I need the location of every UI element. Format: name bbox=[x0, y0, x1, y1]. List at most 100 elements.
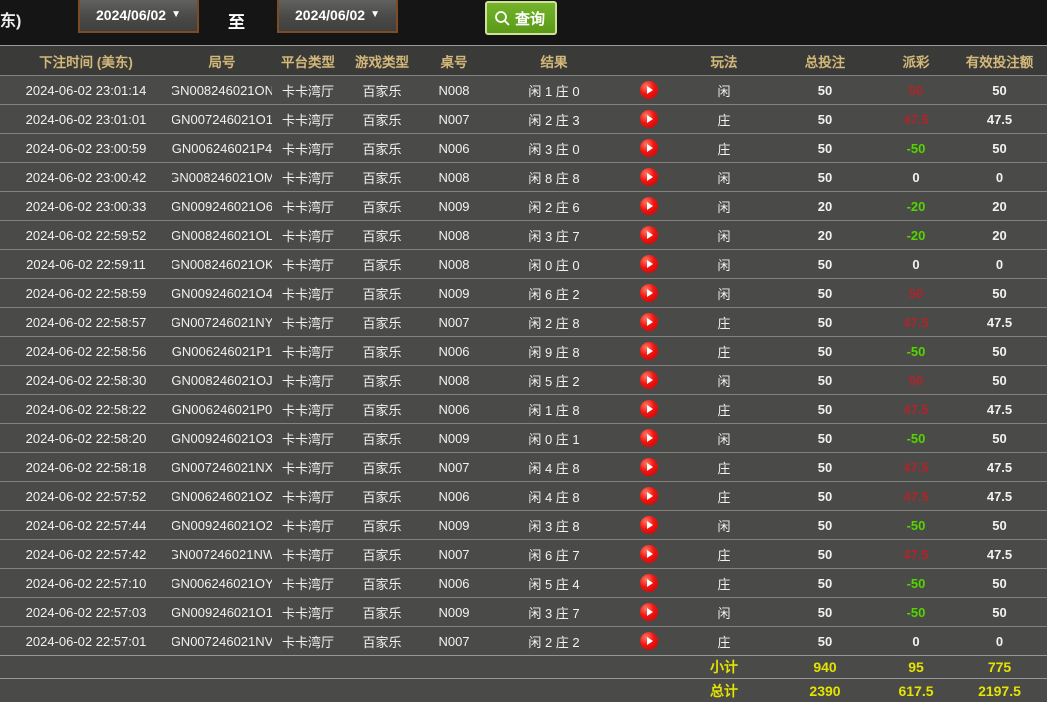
replay-button[interactable] bbox=[640, 632, 658, 650]
game-type-cell: 百家乐 bbox=[362, 228, 402, 244]
play-icon bbox=[647, 347, 653, 355]
platform-cell: 卡卡湾厅 bbox=[281, 315, 334, 331]
replay-button[interactable] bbox=[640, 139, 658, 157]
replay-button[interactable] bbox=[640, 255, 658, 273]
payout-cell: 47.5 bbox=[903, 401, 929, 417]
replay-button[interactable] bbox=[640, 429, 658, 447]
round-id-cell: GN006246021P0 bbox=[172, 401, 272, 417]
query-button[interactable]: 查询 bbox=[485, 1, 558, 35]
table-row: 2024-06-02 22:57:01 GN007246021NV 卡卡湾厅 百… bbox=[0, 626, 1047, 655]
table-row: 2024-06-02 22:57:44 GN009246021O2 卡卡湾厅 百… bbox=[0, 510, 1047, 539]
result-cell: 闲 8 庄 8 bbox=[528, 170, 580, 186]
replay-button[interactable] bbox=[640, 342, 658, 360]
platform-cell: 卡卡湾厅 bbox=[281, 170, 334, 186]
game-type-cell: 百家乐 bbox=[362, 373, 402, 389]
total-bet-cell: 50 bbox=[817, 633, 833, 649]
bet-type-cell: 庄 bbox=[717, 112, 731, 128]
table-row: 2024-06-02 22:58:18 GN007246021NX 卡卡湾厅 百… bbox=[0, 452, 1047, 481]
result-cell: 闲 2 庄 8 bbox=[528, 315, 580, 331]
round-id-cell: GN009246021O4 bbox=[172, 285, 272, 301]
bet-type-cell: 闲 bbox=[717, 83, 731, 99]
bet-time-cell: 2024-06-02 23:00:33 bbox=[25, 198, 147, 214]
bet-time-cell: 2024-06-02 22:57:52 bbox=[25, 488, 147, 504]
total-bet-cell: 50 bbox=[817, 140, 833, 156]
table-row: 2024-06-02 22:57:10 GN006246021OY 卡卡湾厅 百… bbox=[0, 568, 1047, 597]
table-no-cell: N008 bbox=[438, 372, 470, 388]
grand-total-total-bet: 2390 bbox=[809, 682, 841, 699]
total-bet-cell: 50 bbox=[817, 285, 833, 301]
game-type-cell: 百家乐 bbox=[362, 547, 402, 563]
payout-cell: -20 bbox=[906, 198, 926, 214]
replay-button[interactable] bbox=[640, 110, 658, 128]
col-header-round-id: 局号 bbox=[208, 54, 236, 70]
result-cell: 闲 1 庄 8 bbox=[528, 402, 580, 418]
platform-cell: 卡卡湾厅 bbox=[281, 605, 334, 621]
col-header-platform: 平台类型 bbox=[281, 54, 335, 70]
platform-cell: 卡卡湾厅 bbox=[281, 199, 334, 215]
bet-type-cell: 闲 bbox=[717, 286, 731, 302]
play-icon bbox=[647, 202, 653, 210]
platform-cell: 卡卡湾厅 bbox=[281, 489, 334, 505]
payout-cell: 47.5 bbox=[903, 314, 929, 330]
bet-type-cell: 闲 bbox=[717, 605, 731, 621]
game-type-cell: 百家乐 bbox=[362, 112, 402, 128]
valid-bet-cell: 47.5 bbox=[986, 546, 1013, 562]
payout-cell: 47.5 bbox=[903, 459, 929, 475]
chevron-down-icon: ▼ bbox=[370, 9, 380, 20]
chevron-down-icon: ▼ bbox=[171, 9, 181, 20]
date-to-dropdown[interactable]: 2024/06/02 ▼ bbox=[277, 0, 398, 33]
game-type-cell: 百家乐 bbox=[362, 460, 402, 476]
bet-time-cell: 2024-06-02 22:59:52 bbox=[25, 227, 147, 243]
platform-cell: 卡卡湾厅 bbox=[281, 141, 334, 157]
platform-cell: 卡卡湾厅 bbox=[281, 547, 334, 563]
col-header-payout: 派彩 bbox=[902, 54, 930, 70]
payout-cell: 0 bbox=[912, 633, 920, 649]
table-row: 2024-06-02 23:01:14 GN008246021ON 卡卡湾厅 百… bbox=[0, 75, 1047, 104]
round-id-cell: GN006246021OY bbox=[172, 575, 272, 591]
replay-button[interactable] bbox=[640, 487, 658, 505]
result-cell: 闲 4 庄 8 bbox=[528, 489, 580, 505]
date-from-dropdown[interactable]: 2024/06/02 ▼ bbox=[78, 0, 199, 33]
replay-button[interactable] bbox=[640, 603, 658, 621]
valid-bet-cell: 0 bbox=[995, 256, 1004, 272]
payout-cell: -20 bbox=[906, 227, 926, 243]
replay-button[interactable] bbox=[640, 284, 658, 302]
replay-button[interactable] bbox=[640, 81, 658, 99]
platform-cell: 卡卡湾厅 bbox=[281, 112, 334, 128]
result-cell: 闲 4 庄 8 bbox=[528, 460, 580, 476]
round-id-cell: GN006246021P4 bbox=[172, 140, 272, 156]
play-icon bbox=[647, 376, 653, 384]
play-icon bbox=[647, 231, 653, 239]
game-type-cell: 百家乐 bbox=[362, 431, 402, 447]
replay-button[interactable] bbox=[640, 574, 658, 592]
date-to-value: 2024/06/02 bbox=[295, 6, 366, 23]
replay-button[interactable] bbox=[640, 371, 658, 389]
play-icon bbox=[647, 318, 653, 326]
table-row: 2024-06-02 23:00:59 GN006246021P4 卡卡湾厅 百… bbox=[0, 133, 1047, 162]
result-cell: 闲 5 庄 4 bbox=[528, 576, 580, 592]
total-bet-cell: 50 bbox=[817, 111, 833, 127]
total-bet-cell: 50 bbox=[817, 82, 833, 98]
replay-button[interactable] bbox=[640, 197, 658, 215]
replay-button[interactable] bbox=[640, 516, 658, 534]
valid-bet-cell: 50 bbox=[992, 517, 1007, 533]
table-no-cell: N008 bbox=[438, 82, 470, 98]
play-icon bbox=[647, 144, 653, 152]
replay-button[interactable] bbox=[640, 226, 658, 244]
result-cell: 闲 0 庄 0 bbox=[528, 257, 580, 273]
replay-button[interactable] bbox=[640, 313, 658, 331]
replay-button[interactable] bbox=[640, 400, 658, 418]
replay-button[interactable] bbox=[640, 458, 658, 476]
bet-type-cell: 庄 bbox=[717, 460, 731, 476]
grand-total-valid-bet: 2197.5 bbox=[978, 682, 1021, 699]
subtotal-valid-bet: 775 bbox=[987, 659, 1012, 675]
subtotal-row: 小计 940 95 775 bbox=[0, 655, 1047, 678]
round-id-cell: GN008246021OL bbox=[172, 227, 272, 243]
game-type-cell: 百家乐 bbox=[362, 576, 402, 592]
search-icon bbox=[495, 10, 510, 26]
round-id-cell: GN007246021O1 bbox=[172, 111, 272, 127]
replay-button[interactable] bbox=[640, 168, 658, 186]
round-id-cell: GN006246021OZ bbox=[172, 488, 272, 504]
table-no-cell: N006 bbox=[438, 488, 470, 504]
replay-button[interactable] bbox=[640, 545, 658, 563]
